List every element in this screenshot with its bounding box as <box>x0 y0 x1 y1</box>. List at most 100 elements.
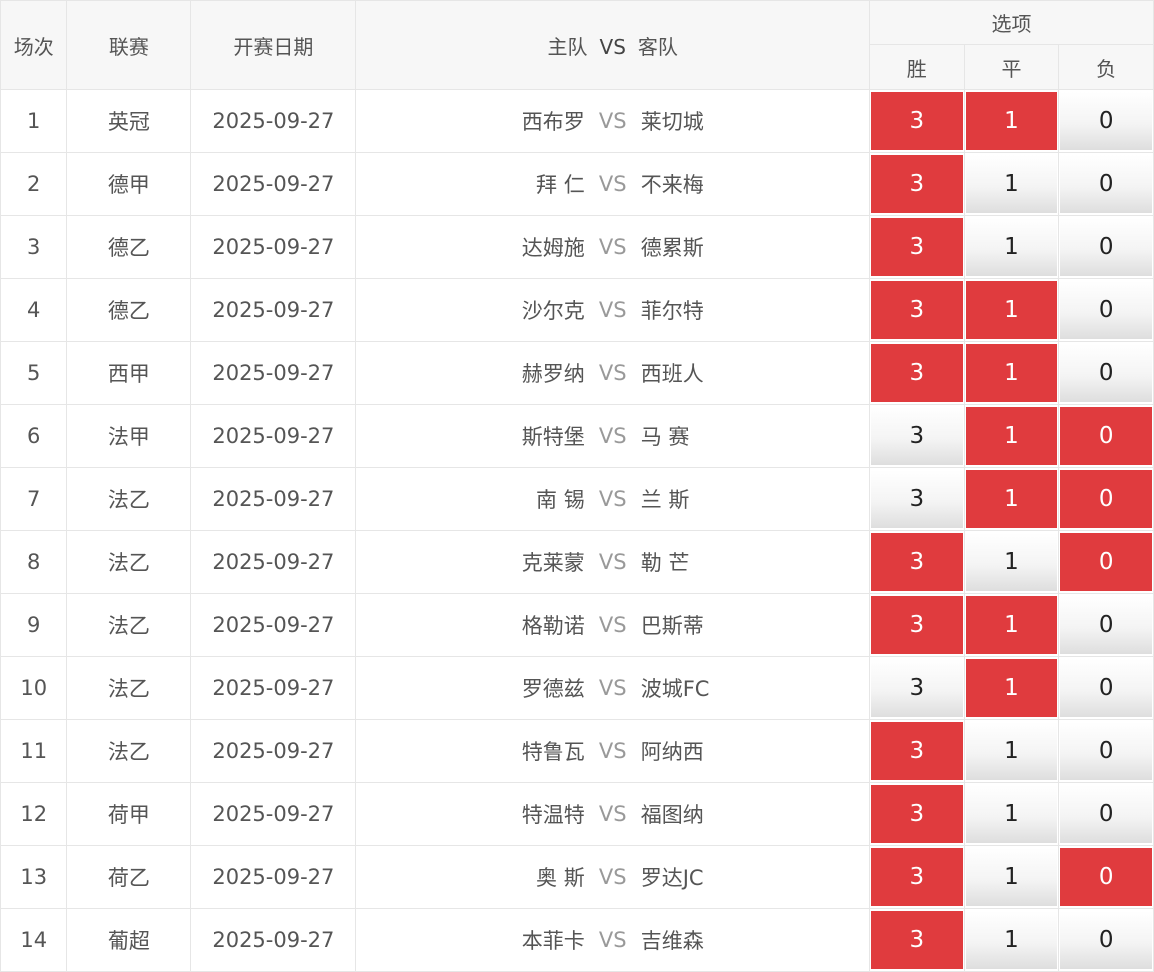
match-league: 法乙 <box>66 593 192 657</box>
table-row: 8 法乙 2025-09-27 克莱蒙 VS 勒 芒 3 1 0 <box>0 530 1154 594</box>
match-idx: 10 <box>0 656 68 720</box>
option-draw-button[interactable]: 1 <box>965 785 1058 843</box>
table-row: 6 法甲 2025-09-27 斯特堡 VS 马 赛 3 1 0 <box>0 404 1154 468</box>
option-draw-cell: 1 <box>963 530 1060 594</box>
option-lose-cell: 0 <box>1058 530 1154 594</box>
option-draw-cell: 1 <box>963 215 1060 279</box>
match-idx: 5 <box>0 341 68 405</box>
option-lose-button[interactable]: 0 <box>1060 470 1152 528</box>
table-body: 1 英冠 2025-09-27 西布罗 VS 莱切城 3 1 0 2 德甲 20… <box>0 89 1154 972</box>
match-teams: 西布罗 VS 莱切城 <box>355 89 870 153</box>
option-lose-cell: 0 <box>1058 719 1154 783</box>
option-lose-cell: 0 <box>1058 404 1154 468</box>
option-win-button[interactable]: 3 <box>870 470 963 528</box>
option-win-button[interactable]: 3 <box>870 596 963 654</box>
option-lose-button[interactable]: 0 <box>1060 722 1152 780</box>
option-lose-cell: 0 <box>1058 845 1154 909</box>
option-lose-button[interactable]: 0 <box>1060 785 1152 843</box>
match-teams: 克莱蒙 VS 勒 芒 <box>355 530 870 594</box>
option-win-button[interactable]: 3 <box>870 218 963 276</box>
option-draw-cell: 1 <box>963 908 1060 972</box>
option-draw-cell: 1 <box>963 341 1060 405</box>
home-team: 达姆施 <box>521 236 585 260</box>
home-team: 拜 仁 <box>536 173 585 197</box>
home-team: 罗德兹 <box>521 677 585 701</box>
match-date: 2025-09-27 <box>190 152 357 216</box>
home-team: 克莱蒙 <box>521 551 585 575</box>
option-lose-button[interactable]: 0 <box>1060 596 1152 654</box>
match-date: 2025-09-27 <box>190 467 357 531</box>
match-date: 2025-09-27 <box>190 278 357 342</box>
away-team: 西班人 <box>640 362 704 386</box>
match-teams: 赫罗纳 VS 西班人 <box>355 341 870 405</box>
option-draw-button[interactable]: 1 <box>965 344 1058 402</box>
match-idx: 7 <box>0 467 68 531</box>
option-win-button[interactable]: 3 <box>870 344 963 402</box>
option-win-button[interactable]: 3 <box>870 407 963 465</box>
home-team: 沙尔克 <box>521 299 585 323</box>
option-lose-button[interactable]: 0 <box>1060 911 1152 969</box>
option-win-button[interactable]: 3 <box>870 155 963 213</box>
option-win-button[interactable]: 3 <box>870 92 963 150</box>
option-lose-button[interactable]: 0 <box>1060 218 1152 276</box>
option-draw-button[interactable]: 1 <box>965 722 1058 780</box>
option-win-button[interactable]: 3 <box>870 785 963 843</box>
away-team: 菲尔特 <box>640 299 704 323</box>
match-league: 法甲 <box>66 404 192 468</box>
option-draw-button[interactable]: 1 <box>965 659 1058 717</box>
option-win-button[interactable]: 3 <box>870 659 963 717</box>
option-draw-button[interactable]: 1 <box>965 533 1058 591</box>
match-league: 西甲 <box>66 341 192 405</box>
option-win-cell: 3 <box>868 278 965 342</box>
table-row: 14 葡超 2025-09-27 本菲卡 VS 吉维森 3 1 0 <box>0 908 1154 972</box>
match-teams: 罗德兹 VS 波城FC <box>355 656 870 720</box>
option-lose-button[interactable]: 0 <box>1060 533 1152 591</box>
table-row: 13 荷乙 2025-09-27 奥 斯 VS 罗达JC 3 1 0 <box>0 845 1154 909</box>
option-draw-cell: 1 <box>963 845 1060 909</box>
option-win-button[interactable]: 3 <box>870 281 963 339</box>
option-win-button[interactable]: 3 <box>870 911 963 969</box>
option-lose-button[interactable]: 0 <box>1060 848 1152 906</box>
option-draw-button[interactable]: 1 <box>965 596 1058 654</box>
match-teams: 本菲卡 VS 吉维森 <box>355 908 870 972</box>
match-league: 法乙 <box>66 719 192 783</box>
away-team: 波城FC <box>640 677 710 701</box>
option-draw-button[interactable]: 1 <box>965 407 1058 465</box>
match-league: 荷乙 <box>66 845 192 909</box>
option-lose-button[interactable]: 0 <box>1060 407 1152 465</box>
option-draw-cell: 1 <box>963 467 1060 531</box>
vs-label: VS <box>598 928 627 952</box>
option-win-cell: 3 <box>868 404 965 468</box>
option-lose-button[interactable]: 0 <box>1060 281 1152 339</box>
option-lose-button[interactable]: 0 <box>1060 155 1152 213</box>
option-draw-button[interactable]: 1 <box>965 911 1058 969</box>
option-draw-button[interactable]: 1 <box>965 281 1058 339</box>
match-league: 法乙 <box>66 656 192 720</box>
vs-label: VS <box>598 802 627 826</box>
option-lose-button[interactable]: 0 <box>1060 344 1152 402</box>
option-lose-button[interactable]: 0 <box>1060 92 1152 150</box>
option-win-button[interactable]: 3 <box>870 533 963 591</box>
option-draw-button[interactable]: 1 <box>965 92 1058 150</box>
option-draw-button[interactable]: 1 <box>965 218 1058 276</box>
option-win-button[interactable]: 3 <box>870 848 963 906</box>
vs-label: VS <box>598 172 627 196</box>
match-idx: 2 <box>0 152 68 216</box>
option-draw-cell: 1 <box>963 593 1060 657</box>
match-date: 2025-09-27 <box>190 89 357 153</box>
match-idx: 3 <box>0 215 68 279</box>
option-draw-button[interactable]: 1 <box>965 470 1058 528</box>
header-win: 胜 <box>868 44 965 90</box>
table-row: 4 德乙 2025-09-27 沙尔克 VS 菲尔特 3 1 0 <box>0 278 1154 342</box>
match-date: 2025-09-27 <box>190 530 357 594</box>
option-lose-cell: 0 <box>1058 152 1154 216</box>
option-win-cell: 3 <box>868 467 965 531</box>
option-win-button[interactable]: 3 <box>870 722 963 780</box>
match-league: 荷甲 <box>66 782 192 846</box>
option-draw-button[interactable]: 1 <box>965 155 1058 213</box>
match-table: 场次 联赛 开赛日期 主队 VS 客队 选项 胜 平 负 1 英冠 2025-09-… <box>0 0 1154 972</box>
option-lose-cell: 0 <box>1058 593 1154 657</box>
option-lose-button[interactable]: 0 <box>1060 659 1152 717</box>
option-draw-button[interactable]: 1 <box>965 848 1058 906</box>
home-team: 斯特堡 <box>521 425 585 449</box>
